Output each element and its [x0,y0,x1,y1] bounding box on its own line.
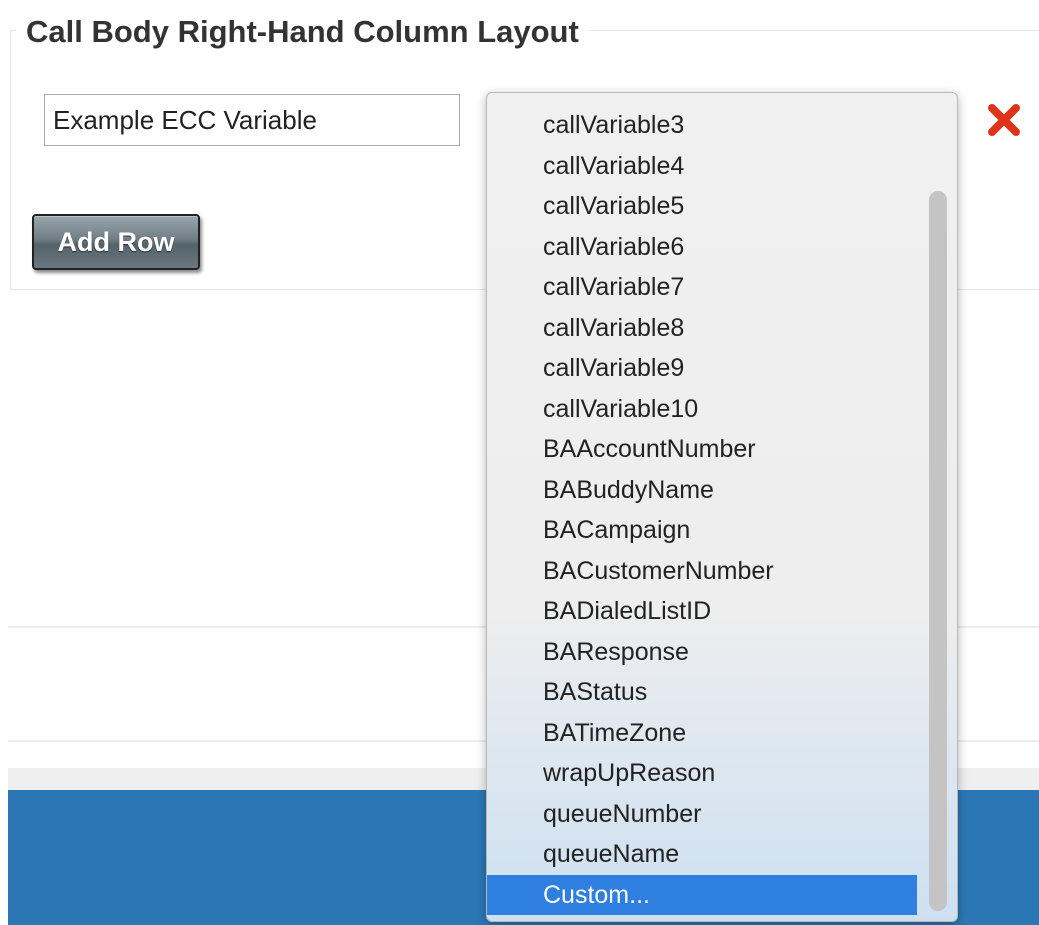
scrollbar-thumb[interactable] [929,191,947,911]
dropdown-option[interactable]: BATimeZone [487,713,917,754]
dropdown-option[interactable]: callVariable3 [487,105,917,146]
dropdown-option[interactable]: BABuddyName [487,470,917,511]
dropdown-option[interactable]: callVariable4 [487,146,917,187]
dropdown-option[interactable]: BAResponse [487,632,917,673]
dropdown-option[interactable]: callVariable10 [487,389,917,430]
variable-dropdown-list[interactable]: callVariable3 callVariable4 callVariable5 c… [486,92,958,922]
dropdown-option[interactable]: BADialedListID [487,591,917,632]
dropdown-option[interactable]: queueName [487,834,917,875]
dropdown-option[interactable]: callVariable7 [487,267,917,308]
dropdown-option[interactable]: queueNumber [487,794,917,835]
dropdown-option[interactable]: callVariable9 [487,348,917,389]
dropdown-option[interactable]: wrapUpReason [487,753,917,794]
dropdown-option[interactable]: BACampaign [487,510,917,551]
dropdown-option[interactable]: Custom... [487,874,917,915]
dropdown-option[interactable]: BAStatus [487,672,917,713]
section-title: Call Body Right-Hand Column Layout [16,12,589,52]
dropdown-scrollbar[interactable] [917,93,957,921]
dropdown-option[interactable]: BAAccountNumber [487,429,917,470]
dropdown-option[interactable]: callVariable6 [487,227,917,268]
column-label-input[interactable] [44,94,460,146]
remove-row-icon[interactable] [984,100,1024,140]
add-row-button[interactable]: Add Row [32,214,200,270]
dropdown-options: callVariable3 callVariable4 callVariable5 c… [487,105,917,915]
dropdown-option[interactable]: BACustomerNumber [487,551,917,592]
dropdown-option[interactable]: callVariable8 [487,308,917,349]
dropdown-option[interactable]: callVariable5 [487,186,917,227]
